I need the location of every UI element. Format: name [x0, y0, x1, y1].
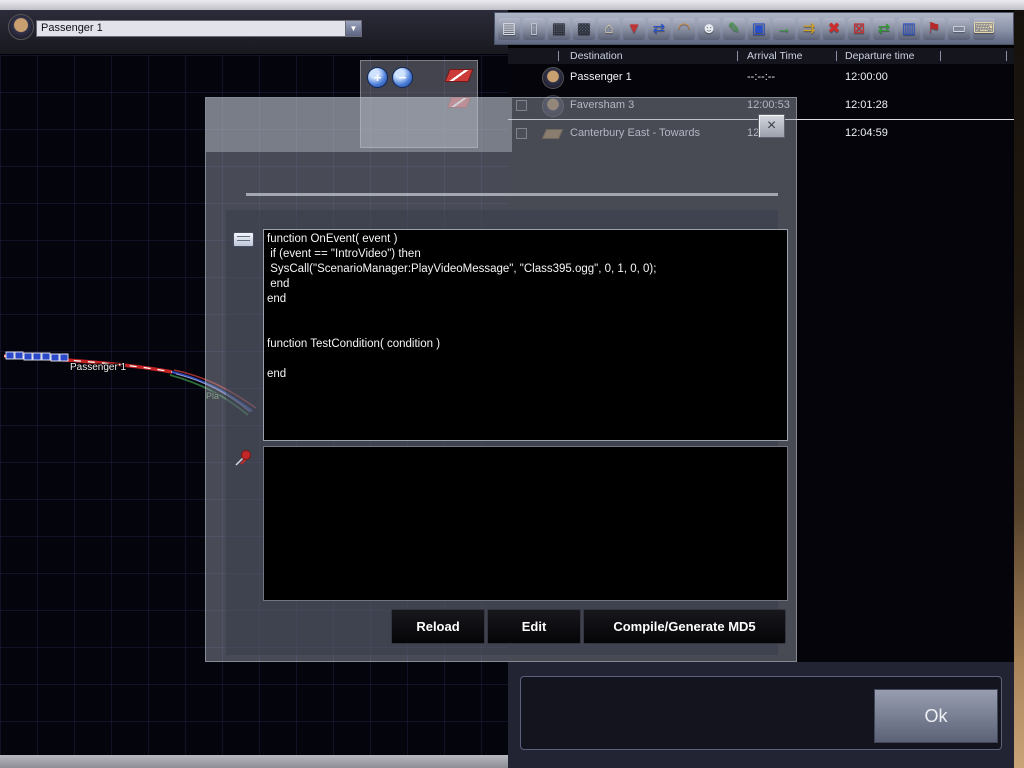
table-row[interactable]: Passenger 1 --:--:-- 12:00:00: [508, 64, 1014, 92]
panel-blue-icon[interactable]: ▥: [898, 18, 920, 40]
trash-icon[interactable]: ▯: [523, 18, 545, 40]
column-separator: [836, 51, 837, 61]
grid-small-icon[interactable]: ▦: [548, 18, 570, 40]
edit-pencil-icon[interactable]: ✎: [723, 18, 745, 40]
monitor-icon[interactable]: ▭: [948, 18, 970, 40]
column-separator: [558, 51, 559, 61]
row-departure: 12:00:00: [845, 71, 888, 83]
driver-avatar: [8, 14, 34, 40]
home-icon[interactable]: ⌂: [598, 18, 620, 40]
row-arrival: --:--:--: [747, 71, 775, 83]
edit-button[interactable]: Edit: [487, 609, 581, 644]
delete-red-icon[interactable]: ✖: [823, 18, 845, 40]
script-file-icon: [233, 232, 254, 247]
chevron-down-icon[interactable]: ▼: [345, 21, 361, 36]
flag-red-icon[interactable]: ⚑: [923, 18, 945, 40]
row-departure: 12:01:28: [845, 99, 888, 111]
column-header-destination: Destination: [570, 50, 623, 62]
compile-generate-md5-button[interactable]: Compile/Generate MD5: [583, 609, 786, 644]
script-editor-dialog: × function OnEvent( event ) if (event ==…: [205, 97, 797, 662]
delete-doc-icon[interactable]: ⊠: [848, 18, 870, 40]
driver-avatar: [542, 67, 564, 89]
grid-large-icon[interactable]: ▩: [573, 18, 595, 40]
arrow-right-green-icon[interactable]: →: [773, 18, 795, 40]
ok-button[interactable]: Ok: [874, 689, 998, 743]
column-separator: [1006, 51, 1007, 61]
driver-dropdown-value: Passenger 1: [37, 21, 345, 36]
script-source-view: function OnEvent( event ) if (event == "…: [263, 229, 788, 441]
zoom-out-icon[interactable]: −: [392, 67, 413, 88]
zoom-in-icon[interactable]: +: [367, 67, 388, 88]
map-route-label: Passenger 1: [70, 362, 127, 373]
compile-output-view: [263, 446, 788, 601]
column-header-arrival: Arrival Time: [747, 50, 802, 62]
window-top-strip: [0, 0, 1024, 10]
arrows-yellow-icon[interactable]: ⇉: [798, 18, 820, 40]
dialog-header-area: [206, 98, 512, 152]
compile-output-pin-icon: [233, 448, 253, 468]
marker-down-icon[interactable]: ▼: [623, 18, 645, 40]
train-consist-markers[interactable]: [6, 352, 68, 361]
save-icon[interactable]: ▤: [498, 18, 520, 40]
timetable-header: Destination Arrival Time Departure time: [508, 48, 1014, 64]
tiles-icon[interactable]: ▣: [748, 18, 770, 40]
bottom-status-strip: [0, 755, 508, 768]
driver-dropdown[interactable]: Passenger 1 ▼: [36, 20, 362, 37]
column-separator: [940, 51, 941, 61]
main-toolbar: ▤▯▦▩⌂▼⇄◠☻✎▣→⇉✖⊠⇄▥⚑▭⌨: [494, 12, 1014, 45]
swap-blue-icon[interactable]: ⇄: [648, 18, 670, 40]
driver-selection-bar: Passenger 1 ▼: [0, 10, 508, 55]
curve-tool-icon[interactable]: ◠: [673, 18, 695, 40]
scenario-editor-window: Passenger 1 ▼: [0, 0, 1024, 768]
row-destination: Passenger 1: [570, 71, 632, 83]
driver-icon[interactable]: ☻: [698, 18, 720, 40]
keyboard-icon[interactable]: ⌨: [973, 18, 995, 40]
column-header-departure: Departure time: [845, 50, 914, 62]
dialog-divider: [246, 193, 778, 196]
swap-green-icon[interactable]: ⇄: [873, 18, 895, 40]
reload-button[interactable]: Reload: [391, 609, 485, 644]
close-icon[interactable]: ×: [758, 114, 785, 138]
row-departure: 12:04:59: [845, 127, 888, 139]
marker-tool-icon[interactable]: [444, 69, 473, 82]
confirm-panel: Ok: [508, 662, 1014, 768]
column-separator: [737, 51, 738, 61]
world-view-edge: [1014, 10, 1024, 768]
